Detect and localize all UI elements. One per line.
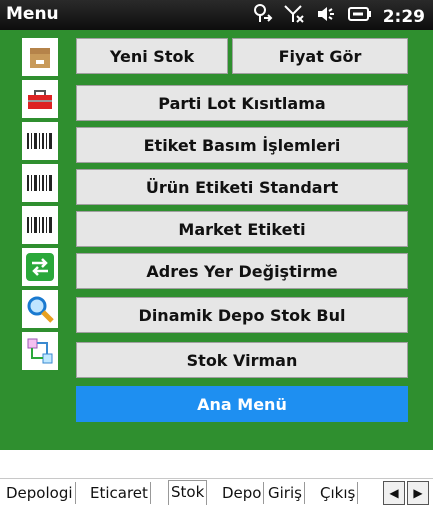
tab-depo[interactable]: Depo — [220, 482, 265, 504]
network-signal-icon[interactable] — [251, 4, 273, 29]
scroll-right-icon[interactable]: ▶ — [407, 481, 429, 505]
magnifier-icon[interactable] — [22, 290, 58, 328]
clock[interactable]: 2:29 — [383, 7, 425, 27]
main-menu-button[interactable]: Ana Menü — [76, 386, 408, 422]
price-view-button[interactable]: Fiyat Gör — [232, 38, 408, 74]
barcode-icon[interactable] — [22, 164, 58, 202]
product-label-standard-button[interactable]: Ürün Etiketi Standart — [76, 169, 408, 205]
flow-diagram-icon[interactable] — [22, 332, 58, 370]
barcode-icon[interactable] — [22, 122, 58, 160]
volume-icon[interactable] — [315, 4, 337, 29]
tab-eticaret[interactable]: Eticaret — [88, 482, 151, 504]
address-relocation-button[interactable]: Adres Yer Değiştirme — [76, 253, 408, 289]
tab-scroll-buttons: ◀ ▶ — [383, 481, 429, 505]
box-icon[interactable] — [22, 38, 58, 76]
barcode-icon[interactable] — [22, 206, 58, 244]
tab-cikis[interactable]: Çıkış — [318, 482, 359, 504]
market-label-button[interactable]: Market Etiketi — [76, 211, 408, 247]
tab-stok[interactable]: Stok — [168, 480, 208, 505]
tab-depologi[interactable]: Depologi — [4, 482, 76, 504]
tab-bar: Depologi Eticaret Stok Depo Giriş Çıkış … — [0, 478, 433, 507]
menu-panel: Yeni Stok Fiyat Gör Parti Lot Kısıtlama … — [0, 30, 433, 450]
transfer-arrows-icon[interactable] — [22, 248, 58, 286]
new-stock-button[interactable]: Yeni Stok — [76, 38, 228, 74]
window-title: Menu — [6, 4, 59, 24]
lot-restriction-button[interactable]: Parti Lot Kısıtlama — [76, 85, 408, 121]
stock-transfer-button[interactable]: Stok Virman — [76, 342, 408, 378]
status-bar: Menu 2:29 — [0, 0, 433, 30]
icon-column — [22, 38, 62, 374]
label-printing-button[interactable]: Etiket Basım İşlemleri — [76, 127, 408, 163]
battery-icon[interactable] — [347, 4, 373, 29]
toolbox-icon[interactable] — [22, 80, 58, 118]
scroll-left-icon[interactable]: ◀ — [383, 481, 405, 505]
no-signal-icon[interactable] — [283, 4, 305, 29]
status-icons: 2:29 — [251, 4, 425, 29]
dynamic-stock-search-button[interactable]: Dinamik Depo Stok Bul — [76, 297, 408, 333]
tab-giris[interactable]: Giriş — [266, 482, 305, 504]
